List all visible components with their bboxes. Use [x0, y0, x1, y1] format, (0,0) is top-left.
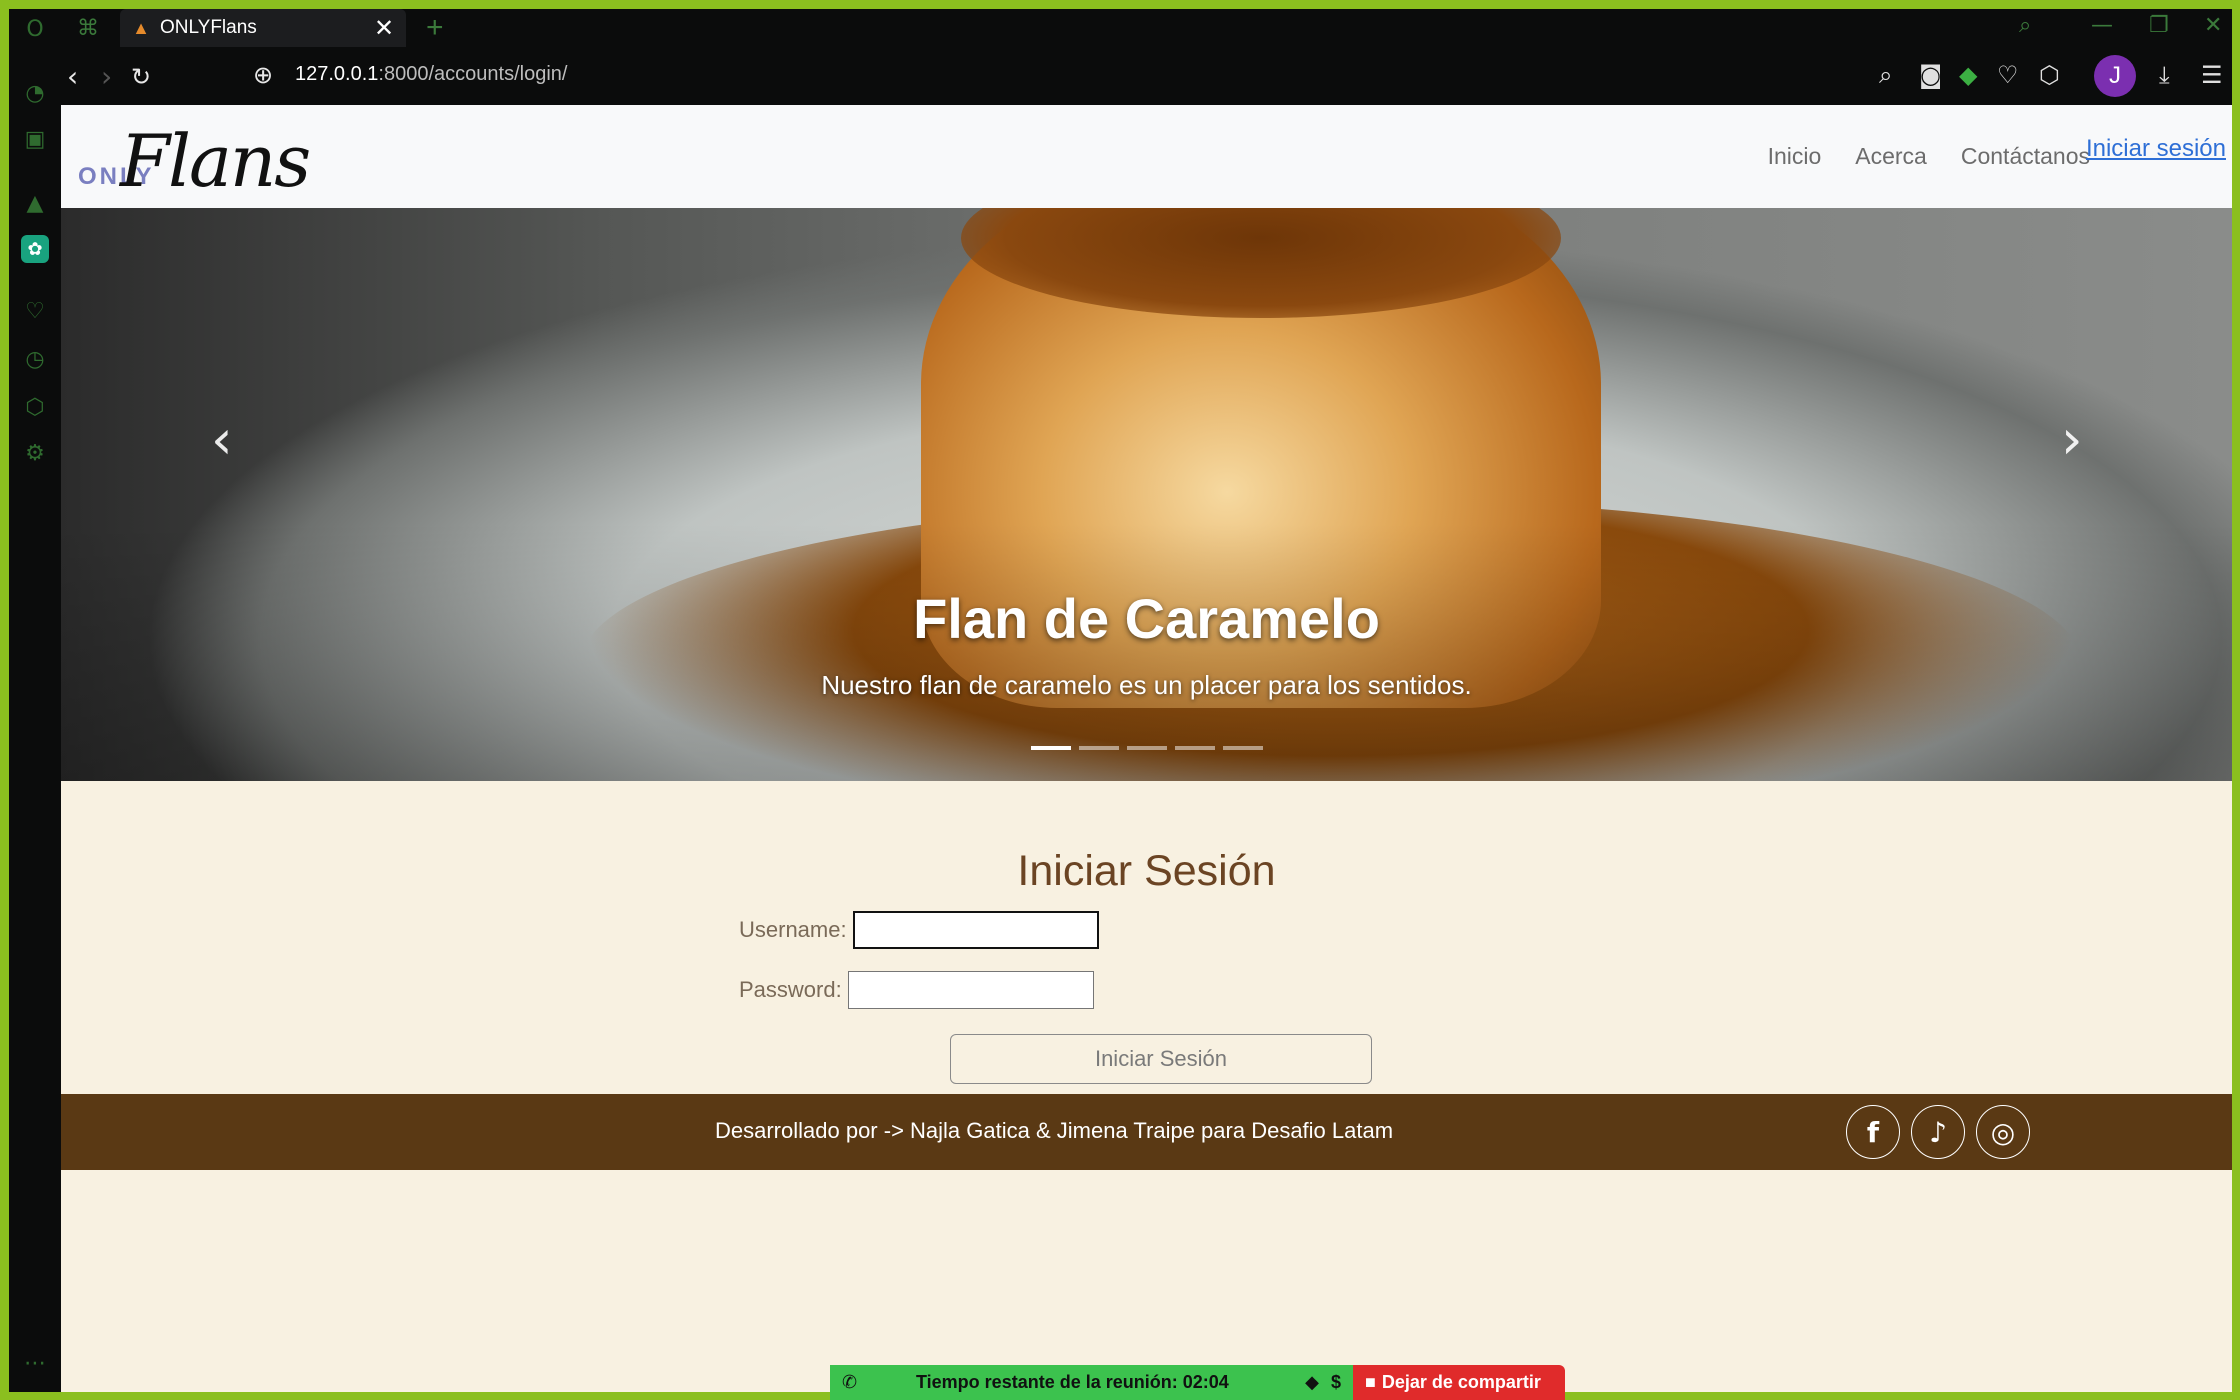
carousel-next-icon[interactable]: › — [2061, 408, 2083, 471]
back-icon[interactable]: ‹ — [67, 60, 78, 93]
nav-links: Inicio Acerca Contáctanos — [1768, 143, 2090, 170]
carousel-indicator[interactable] — [1030, 746, 1071, 750]
chatgpt-icon[interactable]: ✿ — [21, 235, 49, 263]
cube-icon[interactable]: ⬡ — [21, 393, 49, 421]
dollar-icon: $ — [1330, 1372, 1341, 1392]
aria-icon[interactable]: ▲ — [21, 189, 49, 217]
close-tab-icon[interactable]: ✕ — [372, 14, 396, 43]
shield-icon[interactable]: ◆ — [1959, 61, 1977, 89]
address-bar: ‹ › ↻ ⊕ 127.0.0.1:8000/accounts/login/ ⌕… — [61, 47, 2232, 105]
site-navbar: ONLY Flans Inicio Acerca Contáctanos Ini… — [61, 105, 2232, 208]
carousel-indicator[interactable] — [1078, 746, 1119, 750]
carousel-indicator[interactable] — [1126, 746, 1167, 750]
web-page: ONLY Flans Inicio Acerca Contáctanos Ini… — [61, 105, 2232, 1392]
password-row: Password: — [739, 971, 1094, 1009]
extensions-cube-icon[interactable]: ⬡ — [2039, 61, 2060, 89]
logo-flans-text: Flans — [120, 119, 311, 203]
phone-icon: ✆ — [842, 1372, 858, 1392]
tab-onlyflans[interactable]: ▲ ONLYFlans ✕ — [120, 9, 406, 47]
tab-strip: ⌘ ▲ ONLYFlans ✕ + ⌕ — ❐ ✕ — [61, 9, 2232, 47]
new-tab-icon[interactable]: + — [426, 11, 444, 45]
search-page-icon[interactable]: ⌕ — [1879, 61, 1892, 89]
password-label: Password: — [739, 977, 842, 1002]
username-label: Username: — [739, 917, 847, 942]
speed-dial-icon[interactable]: ◔ — [21, 79, 49, 107]
download-icon[interactable]: ⤓ — [2159, 61, 2170, 89]
url-field[interactable]: 127.0.0.1:8000/accounts/login/ — [295, 63, 567, 86]
carousel-indicator[interactable] — [1174, 746, 1215, 750]
password-input[interactable] — [847, 971, 1094, 1009]
restore-icon[interactable]: ❐ — [2149, 13, 2169, 38]
settings-gear-icon[interactable]: ⚙ — [21, 439, 49, 467]
browser-sidebar: O ◔ ▣ ▲ ✿ ♡ ◷ ⬡ ⚙ ⋯ — [9, 9, 61, 1392]
nav-link-contactanos[interactable]: Contáctanos — [1961, 143, 2090, 170]
heart-icon[interactable]: ♡ — [21, 297, 49, 325]
close-window-icon[interactable]: ✕ — [2204, 13, 2222, 38]
shopping-bag-icon[interactable]: ▣ — [21, 125, 49, 153]
stop-square-icon: ■ — [1365, 1372, 1376, 1392]
stop-sharing-label: Dejar de compartir — [1381, 1372, 1541, 1392]
tiktok-icon[interactable]: ♪ — [1911, 1105, 1965, 1159]
meeting-timer: ✆ Tiempo restante de la reunión: 02:04 ◆… — [830, 1365, 1353, 1400]
secure-shield-icon: ◆ — [1305, 1372, 1319, 1392]
site-logo[interactable]: ONLY Flans — [78, 119, 328, 203]
login-heading: Iniciar Sesión — [1017, 847, 1276, 895]
gamepad-icon[interactable]: ⌘ — [77, 15, 99, 41]
opera-logo-icon[interactable]: O — [21, 15, 49, 43]
history-icon[interactable]: ◷ — [21, 345, 49, 373]
site-info-icon[interactable]: ⊕ — [253, 61, 273, 89]
more-icon[interactable]: ⋯ — [21, 1349, 49, 1377]
forward-icon[interactable]: › — [101, 60, 112, 93]
carousel-subtitle: Nuestro flan de caramelo es un placer pa… — [821, 670, 1472, 700]
reload-icon[interactable]: ↻ — [131, 63, 151, 91]
instagram-icon[interactable]: ◎ — [1976, 1105, 2030, 1159]
footer-credits: Desarrollado por -> Najla Gatica & Jimen… — [715, 1118, 1394, 1143]
username-input[interactable] — [852, 911, 1099, 949]
carousel-indicator[interactable] — [1222, 746, 1263, 750]
minimize-icon[interactable]: — — [2091, 13, 2113, 38]
hero-carousel: ‹ › Flan de Caramelo Nuestro flan de car… — [61, 208, 2232, 781]
carousel-prev-icon[interactable]: ‹ — [211, 408, 233, 471]
favorites-heart-icon[interactable]: ♡ — [1997, 61, 2019, 89]
camera-icon[interactable]: ◙ — [1919, 61, 1942, 89]
flan-favicon-icon: ▲ — [132, 17, 150, 38]
stop-sharing-button[interactable]: ■ Dejar de compartir — [1353, 1365, 1565, 1400]
profile-avatar[interactable]: J — [2094, 55, 2136, 97]
nav-login-link[interactable]: Iniciar sesión — [2086, 135, 2226, 163]
nav-link-inicio[interactable]: Inicio — [1768, 143, 1822, 170]
nav-link-acerca[interactable]: Acerca — [1855, 143, 1927, 170]
facebook-icon[interactable]: f — [1846, 1105, 1900, 1159]
username-row: Username: — [739, 911, 1099, 949]
meeting-share-bar: ✆ Tiempo restante de la reunión: 02:04 ◆… — [830, 1365, 1565, 1400]
site-footer: Desarrollado por -> Najla Gatica & Jimen… — [61, 1094, 2232, 1170]
easy-setup-icon[interactable]: ☰ — [2201, 61, 2223, 89]
tab-title: ONLYFlans — [160, 17, 257, 38]
carousel-title: Flan de Caramelo — [913, 587, 1380, 650]
browser-window: O ◔ ▣ ▲ ✿ ♡ ◷ ⬡ ⚙ ⋯ ⌘ ▲ ONLYFlans ✕ + ⌕ … — [9, 9, 2232, 1392]
carousel-indicators — [61, 746, 2232, 750]
meeting-time-text: Tiempo restante de la reunión: 02:04 — [916, 1372, 1229, 1392]
search-tabs-icon[interactable]: ⌕ — [2019, 13, 2031, 38]
login-submit-button[interactable]: Iniciar Sesión — [950, 1034, 1372, 1084]
login-section: Iniciar Sesión Username: Password: Inici… — [61, 781, 2232, 1094]
